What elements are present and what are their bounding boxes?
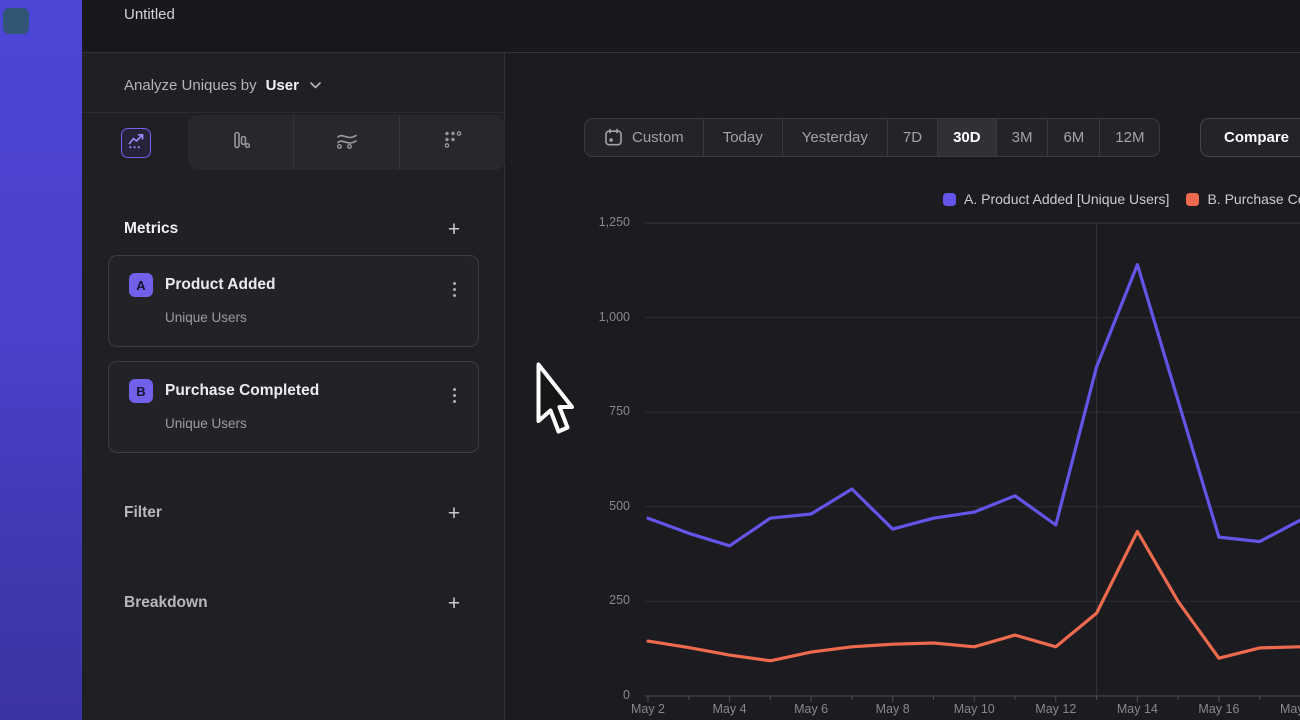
range-yesterday[interactable]: Yesterday (782, 119, 887, 156)
analyze-by-label: Analyze Uniques by (124, 77, 257, 94)
top-bar: Untitled (82, 0, 1300, 53)
report-type-tabs (82, 115, 505, 170)
range-label: 12M (1115, 129, 1144, 146)
date-range-toolbar: Custom Today Yesterday 7D 30D 3M 6M 12M (584, 118, 1160, 157)
y-axis-tick-label: 0 (580, 688, 630, 702)
flows-icon (335, 129, 359, 156)
add-breakdown-button[interactable]: + (443, 592, 465, 614)
range-label: 6M (1063, 129, 1084, 146)
y-axis-tick-label: 500 (580, 499, 630, 513)
range-label: Today (723, 129, 763, 146)
chart-legend: A. Product Added [Unique Users] B. Purcha… (943, 191, 1300, 207)
legend-item-a[interactable]: A. Product Added [Unique Users] (943, 191, 1169, 207)
mouse-cursor (536, 362, 576, 440)
analyze-by-row: Analyze Uniques by User (124, 72, 321, 98)
metric-options-kebab-icon[interactable] (446, 388, 462, 403)
legend-item-b[interactable]: B. Purchase Completed [Unique Users] (1186, 191, 1300, 207)
chevron-down-icon[interactable] (310, 82, 321, 89)
range-12m[interactable]: 12M (1099, 119, 1159, 156)
metrics-list: A Product Added Unique Users B Purchase Comp… (108, 255, 479, 467)
tab-funnels[interactable] (188, 115, 293, 170)
x-axis-tick-label: May 6 (779, 702, 843, 716)
calendar-icon (604, 128, 623, 147)
analyze-by-dropdown[interactable]: User (266, 77, 299, 94)
metric-badge: B (129, 379, 153, 403)
app-screen: Untitled Analyze Uniques by User (0, 0, 1300, 720)
y-axis-tick-label: 250 (580, 593, 630, 607)
x-axis-tick-label: May 10 (942, 702, 1006, 716)
report-type-tab-group (188, 115, 505, 170)
range-label: Custom (632, 129, 684, 146)
add-metric-button[interactable]: + (443, 218, 465, 240)
x-axis-tick-label: May 16 (1187, 702, 1251, 716)
metric-badge: A (129, 273, 153, 297)
breakdown-label: Breakdown (124, 594, 208, 612)
metrics-section-header: Metrics + (124, 218, 465, 240)
y-axis-tick-label: 1,000 (580, 310, 630, 324)
filter-section-header: Filter + (124, 502, 465, 524)
metric-title: Purchase Completed (165, 382, 319, 400)
range-30d[interactable]: 30D (937, 119, 996, 156)
desktop-gradient-strip (0, 0, 82, 720)
compare-button[interactable]: Compare (1200, 118, 1300, 157)
x-axis-tick-label: May 18 (1268, 702, 1300, 716)
range-label: 3M (1012, 129, 1033, 146)
add-filter-button[interactable]: + (443, 502, 465, 524)
y-axis-tick-label: 750 (580, 404, 630, 418)
legend-label: A. Product Added [Unique Users] (964, 191, 1169, 207)
x-axis-tick-label: May 8 (861, 702, 925, 716)
range-today[interactable]: Today (703, 119, 782, 156)
metric-options-kebab-icon[interactable] (446, 282, 462, 297)
breakdown-section-header: Breakdown + (124, 592, 465, 614)
tab-flows[interactable] (293, 115, 399, 170)
metric-subtitle: Unique Users (165, 416, 247, 431)
metric-title: Product Added (165, 276, 276, 294)
sidebar-divider (82, 112, 504, 113)
range-3m[interactable]: 3M (996, 119, 1048, 156)
metric-subtitle: Unique Users (165, 310, 247, 325)
x-axis-tick-label: May 4 (698, 702, 762, 716)
y-axis-tick-label: 1,250 (580, 215, 630, 229)
x-axis-tick-label: May 14 (1105, 702, 1169, 716)
tab-retention[interactable] (399, 115, 505, 170)
legend-label: B. Purchase Completed [Unique Users] (1207, 191, 1300, 207)
legend-swatch (943, 193, 956, 206)
range-6m[interactable]: 6M (1047, 119, 1099, 156)
desktop-corner-accent (3, 8, 29, 34)
legend-swatch (1186, 193, 1199, 206)
metric-card-b[interactable]: B Purchase Completed Unique Users (108, 361, 479, 453)
tab-insights[interactable] (121, 128, 151, 158)
x-axis-tick-label: May 2 (616, 702, 680, 716)
range-custom[interactable]: Custom (585, 119, 703, 156)
range-7d[interactable]: 7D (887, 119, 937, 156)
metrics-label: Metrics (124, 220, 178, 238)
range-label: 30D (953, 129, 981, 146)
range-label: 7D (903, 129, 922, 146)
metric-card-a[interactable]: A Product Added Unique Users (108, 255, 479, 347)
retention-dots-icon (442, 129, 464, 156)
query-sidebar: Analyze Uniques by User (82, 53, 505, 720)
funnel-bars-icon (230, 129, 252, 156)
filter-label: Filter (124, 504, 162, 522)
line-chart-icon (127, 132, 145, 155)
report-title[interactable]: Untitled (124, 6, 175, 23)
x-axis-tick-label: May 12 (1024, 702, 1088, 716)
range-label: Yesterday (802, 129, 868, 146)
